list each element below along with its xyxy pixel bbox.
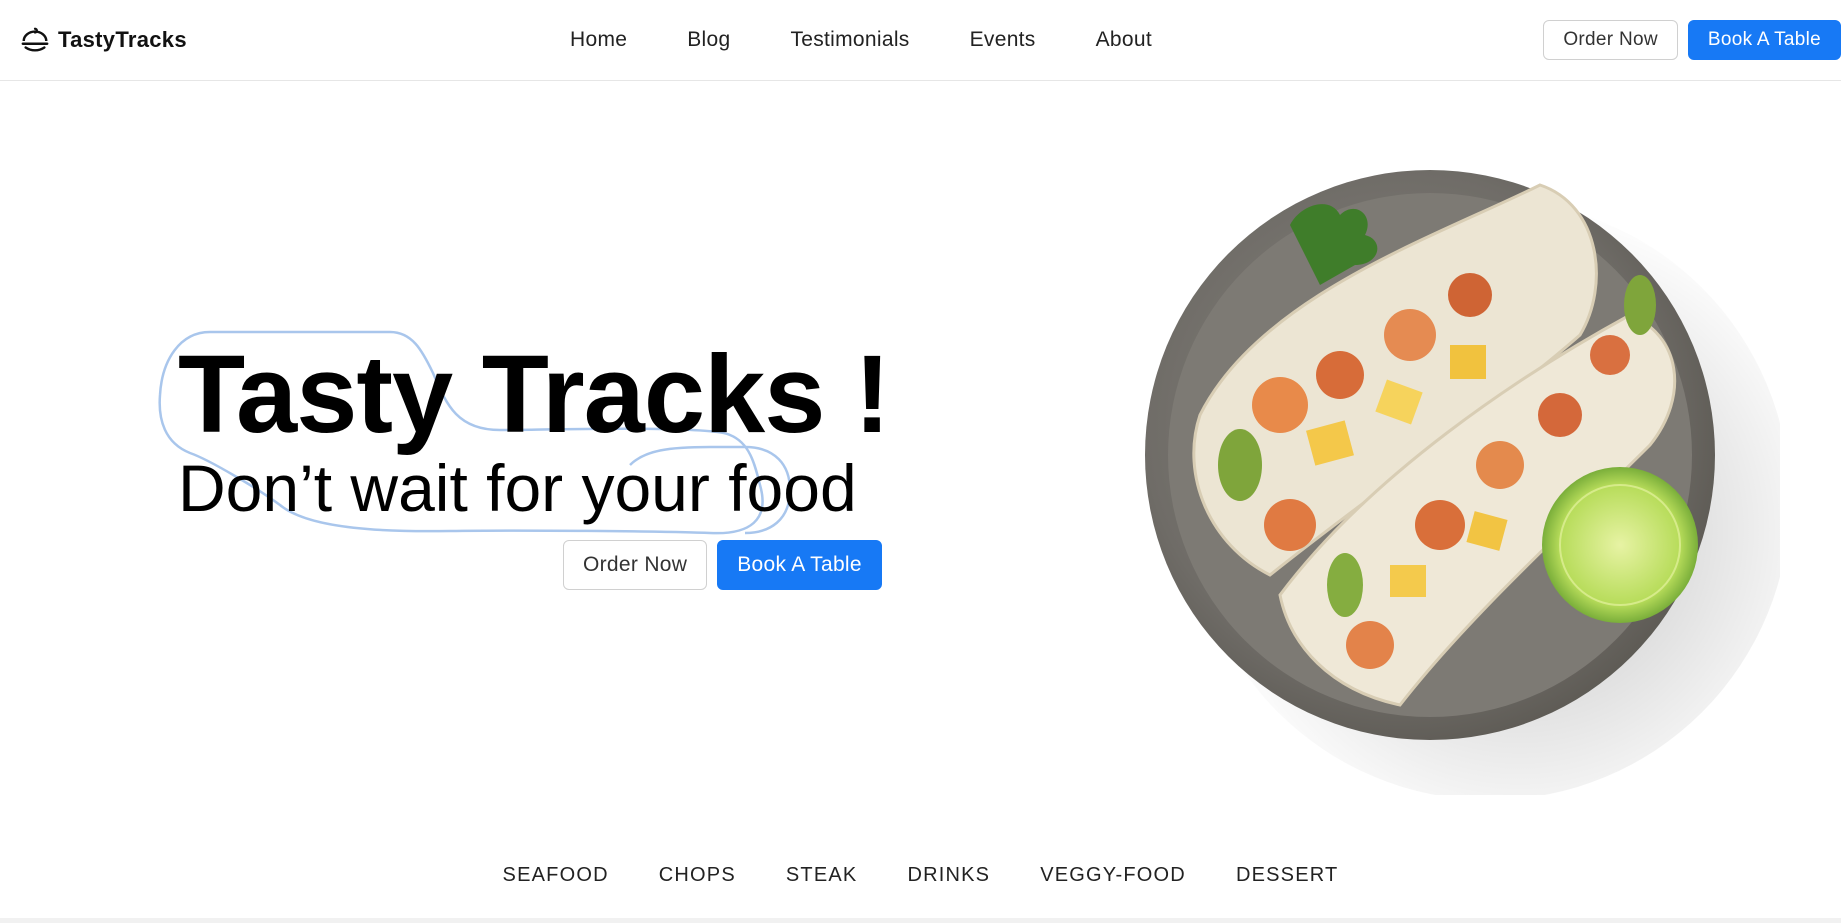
shrimp-taco-plate-image <box>1145 170 1780 795</box>
hero-actions: Order Now Book A Table <box>563 540 882 590</box>
main-nav: Home Blog Testimonials Events About <box>540 22 1182 58</box>
brand-link[interactable]: TastyTracks <box>20 24 187 56</box>
nav-testimonials[interactable]: Testimonials <box>760 22 939 58</box>
nav-blog[interactable]: Blog <box>657 22 760 58</box>
nav-home[interactable]: Home <box>540 22 657 58</box>
category-drinks[interactable]: DRINKS <box>882 860 1015 891</box>
food-cloche-icon <box>21 27 49 52</box>
hero-book-table-button[interactable]: Book A Table <box>717 540 882 590</box>
category-steak[interactable]: STEAK <box>761 860 883 891</box>
nav-actions: Order Now Book A Table <box>1543 20 1841 60</box>
section-divider <box>0 918 1841 923</box>
category-nav: SEAFOOD CHOPS STEAK DRINKS VEGGY-FOOD DE… <box>0 860 1841 891</box>
nav-events[interactable]: Events <box>940 22 1066 58</box>
hero-title: Tasty Tracks ! <box>178 333 891 456</box>
nav-book-table-button[interactable]: Book A Table <box>1687 20 1841 60</box>
brand-name: TastyTracks <box>58 27 187 52</box>
category-dessert[interactable]: DESSERT <box>1211 860 1364 891</box>
nav-about[interactable]: About <box>1066 22 1182 58</box>
category-seafood[interactable]: SEAFOOD <box>478 860 634 891</box>
nav-order-now-button[interactable]: Order Now <box>1543 20 1678 60</box>
category-veggy-food[interactable]: VEGGY-FOOD <box>1015 860 1211 891</box>
navbar: TastyTracks Home Blog Testimonials Event… <box>0 0 1841 81</box>
hero-subtitle: Don’t wait for your food <box>178 451 857 525</box>
category-chops[interactable]: CHOPS <box>634 860 761 891</box>
hero-order-now-button[interactable]: Order Now <box>563 540 708 590</box>
